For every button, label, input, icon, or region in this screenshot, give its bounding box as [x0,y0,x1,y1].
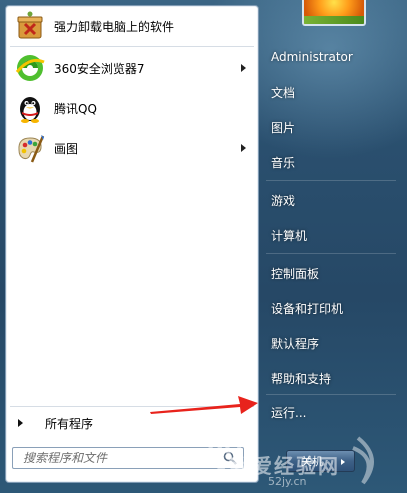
submenu-arrow-icon[interactable] [241,64,246,72]
right-item-default-programs[interactable]: 默认程序 [262,330,402,356]
program-qq[interactable]: 腾讯QQ [12,90,252,126]
program-label: 画图 [54,141,79,156]
right-item-pictures[interactable]: 图片 [262,114,402,140]
right-item-label: 音乐 [271,155,296,170]
divider [266,394,396,395]
user-name-link[interactable]: Administrator [262,44,402,70]
right-item-control-panel[interactable]: 控制面板 [262,260,402,286]
divider [266,180,396,181]
right-item-label: 游戏 [271,193,296,208]
program-paint[interactable]: 画图 [12,130,252,166]
program-uninstaller[interactable]: 强力卸载电脑上的软件 [12,8,252,44]
user-name-label: Administrator [271,50,353,64]
right-item-label: 图片 [271,120,296,135]
user-avatar[interactable] [302,0,366,26]
program-label: 腾讯QQ [54,101,97,116]
annotation-red-arrow-icon [150,396,258,414]
program-label: 360安全浏览器7 [54,61,145,76]
right-item-label: 控制面板 [271,266,320,281]
right-item-run[interactable]: 运行... [262,399,402,425]
right-item-documents[interactable]: 文档 [262,79,402,105]
right-item-music[interactable]: 音乐 [262,149,402,175]
divider [10,46,254,47]
right-item-games[interactable]: 游戏 [262,187,402,213]
start-menu: 强力卸载电脑上的软件 360安全浏览器7 腾讯QQ 画图 所有程序 搜索程序和文… [0,0,407,493]
right-item-label: 文档 [271,85,296,100]
right-item-label: 计算机 [271,228,308,243]
right-item-label: 设备和打印机 [271,301,344,316]
paint-palette-icon [14,132,46,164]
right-item-computer[interactable]: 计算机 [262,222,402,248]
expand-arrow-icon [18,419,23,427]
search-box[interactable] [12,447,244,469]
right-item-devices-printers[interactable]: 设备和打印机 [262,295,402,321]
submenu-arrow-icon[interactable] [241,144,246,152]
qq-penguin-icon [14,92,46,124]
divider [266,253,396,254]
program-label: 强力卸载电脑上的软件 [54,19,175,34]
right-item-label: 默认程序 [271,336,320,351]
uninstaller-icon [14,10,46,42]
right-item-label: 帮助和支持 [271,371,332,386]
right-item-label: 运行... [271,405,307,420]
search-input[interactable] [21,450,225,466]
watermark-subtext: 52jy.cn [268,475,307,488]
right-item-help-support[interactable]: 帮助和支持 [262,365,402,391]
program-360-browser[interactable]: 360安全浏览器7 [12,50,252,86]
all-programs-label: 所有程序 [45,416,94,431]
360-browser-icon [14,52,46,84]
